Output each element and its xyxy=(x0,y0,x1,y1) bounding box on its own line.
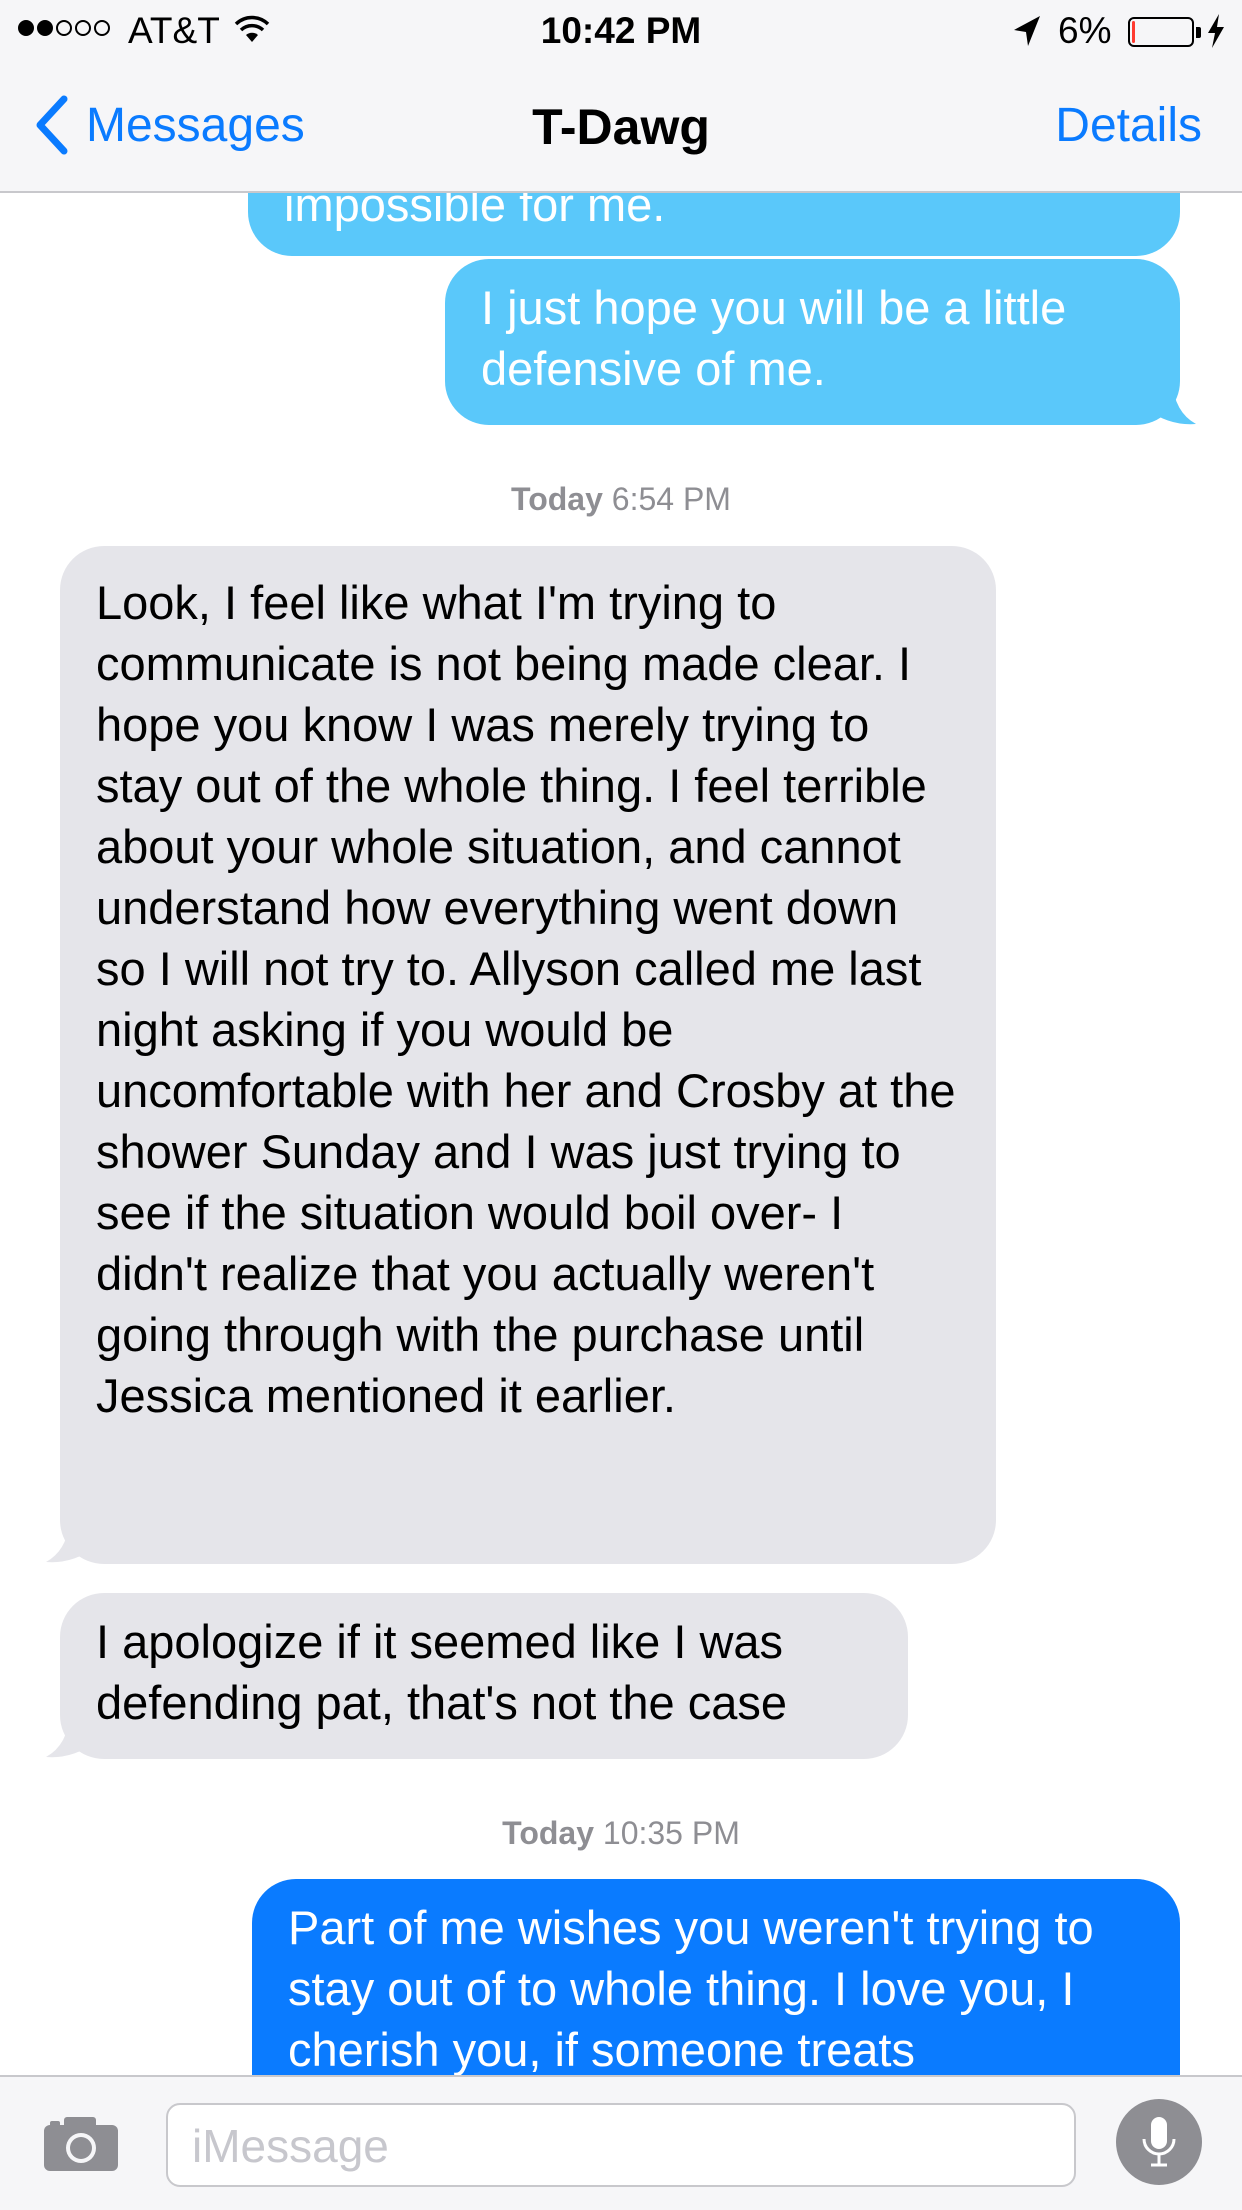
message-input[interactable]: iMessage xyxy=(166,2103,1076,2187)
bubble-tail xyxy=(46,1713,94,1758)
location-arrow-icon xyxy=(1014,16,1040,46)
message-bubble-received[interactable]: I apologize if it seemed like I was defe… xyxy=(60,1593,908,1759)
bubble-tail xyxy=(46,1518,94,1563)
message-bubble-sent[interactable]: Part of me wishes you weren't trying to … xyxy=(252,1879,1180,2075)
microphone-icon xyxy=(1142,2117,1176,2167)
timestamp: Today 6:54 PM xyxy=(511,481,731,517)
message-text: I apologize if it seemed like I was defe… xyxy=(96,1615,787,1729)
camera-icon[interactable] xyxy=(42,2113,120,2173)
conversation-thread[interactable]: impossible for me. I just hope you will … xyxy=(0,0,1242,2075)
message-text: Look, I feel like what I'm trying to com… xyxy=(96,576,956,1422)
message-text: I just hope you will be a little defensi… xyxy=(481,281,1067,395)
message-bubble-sent[interactable]: I just hope you will be a little defensi… xyxy=(445,259,1180,425)
bubble-tail xyxy=(1148,380,1196,425)
battery-icon xyxy=(1128,17,1194,47)
battery-percent: 6% xyxy=(1058,10,1112,51)
status-time: 10:42 PM xyxy=(540,10,702,51)
message-bubble-received[interactable]: Look, I feel like what I'm trying to com… xyxy=(60,546,996,1564)
timestamp: Today 10:35 PM xyxy=(502,1815,740,1851)
compose-bar: iMessage xyxy=(0,2075,1242,2210)
battery-tip xyxy=(1196,27,1201,38)
charging-bolt-icon xyxy=(1208,14,1224,48)
details-button[interactable]: Details xyxy=(1055,98,1202,153)
message-text: Part of me wishes you weren't trying to … xyxy=(288,1901,1094,2075)
microphone-button[interactable] xyxy=(1116,2099,1202,2185)
navigation-bar: AT&T 10:42 PM 6% Messages T-Dawg Details xyxy=(0,0,1242,193)
